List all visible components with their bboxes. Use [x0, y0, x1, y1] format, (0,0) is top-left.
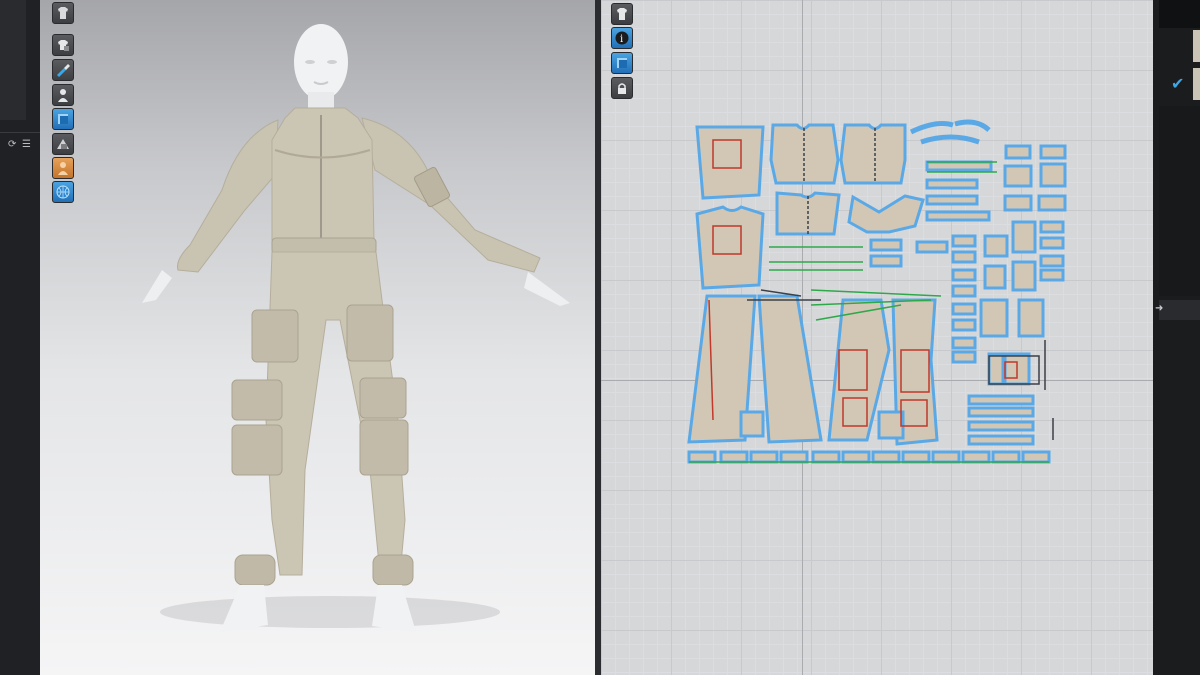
pattern-piece-long-strip-1	[967, 394, 1035, 406]
pattern-piece-strip-3	[951, 268, 977, 282]
pattern-piece-pocket-5	[1003, 194, 1033, 212]
pattern-piece-front-lower	[695, 205, 765, 290]
pattern-piece-long-strip-4	[967, 434, 1035, 446]
pattern-curved-bands	[909, 119, 991, 145]
pattern-piece-front-top	[695, 125, 765, 200]
pattern-piece-tab-1	[983, 234, 1009, 258]
pattern-piece-pocket-4	[1039, 162, 1067, 188]
pattern-piece-small-c	[987, 352, 1005, 386]
pattern-piece-bottom-4	[779, 450, 809, 464]
pattern-piece-bottom-9	[931, 450, 961, 464]
pattern-piece-pocket-1	[1004, 144, 1032, 160]
pattern-piece-tab-4	[1011, 260, 1037, 292]
pattern-piece-strip-1	[951, 234, 977, 248]
avatar-with-jumpsuit[interactable]	[40, 0, 595, 675]
pattern-piece-cuff-8	[1039, 268, 1065, 282]
pattern-piece-strip-5	[951, 302, 977, 316]
pattern-piece-bottom-2	[719, 450, 749, 464]
pattern-piece-bottom-10	[961, 450, 991, 464]
pattern-piece-back-top-2	[839, 123, 907, 185]
pattern-piece-long-strip-7	[925, 194, 979, 206]
list-icon[interactable]: ☰	[22, 139, 31, 150]
pattern-piece-cuff-5	[1039, 220, 1065, 234]
pattern-piece-strip-7	[951, 336, 977, 350]
refresh-icon[interactable]: ⟳	[8, 139, 16, 150]
pattern-piece-bottom-7	[871, 450, 901, 464]
check-icon[interactable]: ✔	[1171, 74, 1184, 93]
pattern-piece-strip-4	[951, 284, 977, 298]
pattern-piece-pocket-3	[1003, 164, 1033, 188]
pattern-piece-pocket-2	[1039, 144, 1067, 160]
pattern-piece-strip-2	[951, 250, 977, 264]
right-panel-header	[1159, 0, 1200, 28]
left-panel-divider	[0, 132, 40, 133]
pattern-piece-tab-3	[983, 264, 1007, 290]
pattern-piece-flap-2	[1017, 298, 1045, 338]
fabric-swatch-2[interactable]	[1193, 68, 1200, 100]
pattern-piece-pocket-6	[1037, 194, 1067, 212]
pattern-piece-bottom-6	[841, 450, 871, 464]
pattern-piece-cuff-2	[869, 238, 903, 252]
pattern-piece-bottom-12	[1021, 450, 1051, 464]
pattern-piece-strip-8	[951, 350, 977, 364]
pattern-piece-cuff-6	[1039, 236, 1065, 250]
pattern-piece-bottom-11	[991, 450, 1021, 464]
pattern-piece-waistband-curve	[847, 194, 925, 234]
left-side-panel: ⟳ ☰	[0, 0, 40, 675]
pattern-piece-cuff-1	[915, 240, 949, 254]
pattern-piece-strip-6	[951, 318, 977, 332]
pattern-pieces-layout[interactable]	[601, 0, 1153, 675]
pattern-piece-long-strip-3	[967, 420, 1035, 432]
pattern-piece-long-strip-5	[925, 160, 993, 172]
avatar-head	[294, 24, 348, 112]
3d-garment-viewport[interactable]	[40, 0, 595, 675]
pattern-piece-long-strip-6	[925, 178, 979, 190]
pattern-piece-bottom-5	[811, 450, 841, 464]
fabric-swatch-1[interactable]	[1193, 30, 1200, 62]
pattern-piece-flap-1	[979, 298, 1009, 338]
pattern-piece-bottom-3	[749, 450, 779, 464]
pattern-piece-cuff-7	[1039, 254, 1065, 268]
pattern-piece-bottom-1	[687, 450, 717, 464]
pattern-piece-pant-leg-2	[757, 294, 823, 444]
pattern-piece-cuff-3	[869, 254, 903, 268]
left-panel-header	[0, 0, 26, 120]
jumpsuit-pants	[231, 251, 414, 586]
right-panel-row[interactable]	[1159, 300, 1200, 320]
pattern-piece-small-a	[739, 410, 765, 438]
pattern-piece-bottom-8	[901, 450, 931, 464]
pattern-piece-long-strip-2	[967, 406, 1035, 418]
2d-pattern-window[interactable]: i	[601, 0, 1153, 675]
right-side-panel: ✔ ➜	[1153, 0, 1200, 675]
pattern-piece-long-strip-8	[925, 210, 991, 222]
right-panel-body	[1159, 106, 1200, 296]
floor-shadow	[160, 596, 500, 628]
pattern-piece-tab-2	[1011, 220, 1037, 254]
pattern-piece-small-b	[877, 410, 905, 440]
jumpsuit-torso	[271, 107, 377, 255]
arrow-icon[interactable]: ➜	[1155, 303, 1163, 314]
